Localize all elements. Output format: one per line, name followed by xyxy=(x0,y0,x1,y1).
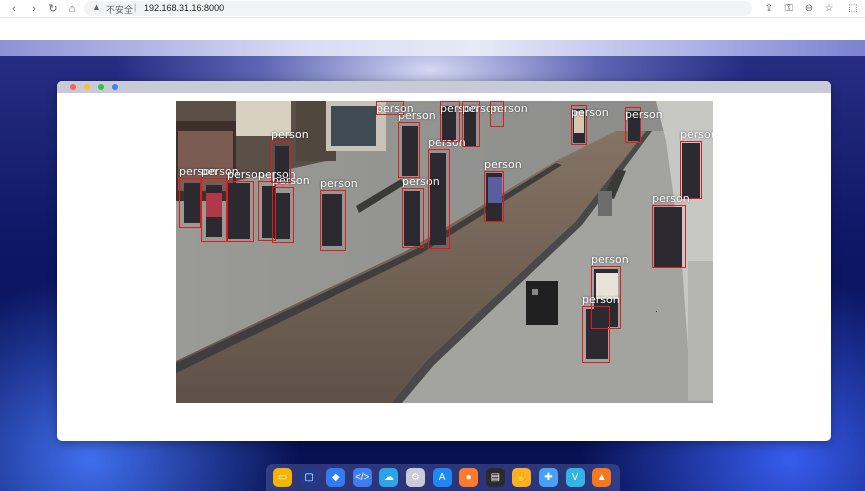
shield-app-icon[interactable]: ◆ xyxy=(326,468,346,487)
wallpaper-glow xyxy=(0,40,865,56)
person-detection-box: person xyxy=(484,159,522,222)
code-app-icon[interactable]: </> xyxy=(352,468,372,487)
detection-label: person xyxy=(571,106,609,119)
extra-window-dot[interactable] xyxy=(112,84,118,90)
triangle-app-icon[interactable]: ▲ xyxy=(592,468,612,487)
forward-icon[interactable]: › xyxy=(26,1,42,17)
hand-app-icon[interactable]: ✋ xyxy=(512,468,532,487)
detection-label: person xyxy=(652,192,690,205)
lightbulb-app-icon[interactable]: ● xyxy=(459,468,479,487)
app-store-icon[interactable]: A xyxy=(432,468,452,487)
person-detection-box: person xyxy=(625,107,663,143)
person-detection-box: person xyxy=(201,166,239,242)
detection-label: person xyxy=(271,128,309,141)
person-detection-box: person xyxy=(272,175,310,243)
browser-toolbar: ‹ › ↻ ⌂ ▲ 不安全 | 192.168.31.16:8000 ⇪ ⚿ ⊖… xyxy=(0,0,865,18)
person-detection-box: person xyxy=(428,137,466,249)
back-icon[interactable]: ‹ xyxy=(6,1,22,17)
person-detection-box: person xyxy=(490,101,528,127)
detection-label: person xyxy=(625,108,663,121)
settings-app-icon[interactable]: ⚙ xyxy=(406,468,425,487)
page-header-strip xyxy=(0,18,865,40)
person-detection-box: person xyxy=(227,169,265,242)
extensions-icon[interactable]: ⬚ xyxy=(845,1,861,17)
zoom-icon[interactable]: ⊖ xyxy=(801,1,817,17)
person-detection-box: person xyxy=(652,193,690,268)
detection-label: person xyxy=(376,102,414,115)
person-detection-box: person xyxy=(402,176,440,248)
key-icon[interactable]: ⚿ xyxy=(781,1,797,17)
reload-icon[interactable]: ↻ xyxy=(45,1,61,17)
person-detection-box: person xyxy=(440,101,478,142)
vivaldi-app-icon[interactable]: V xyxy=(565,468,585,487)
url-separator: | xyxy=(134,2,137,12)
person-detection-box: person xyxy=(320,178,358,251)
terminal-app-icon[interactable]: ▤ xyxy=(485,468,505,487)
person-detection-box: person xyxy=(271,129,309,183)
detection-label: person xyxy=(582,293,620,306)
bookmark-star-icon[interactable]: ☆ xyxy=(821,1,837,17)
person-detection-box: person xyxy=(680,129,713,199)
address-bar[interactable]: ▲ 不安全 | 192.168.31.16:8000 xyxy=(84,1,752,16)
warning-icon[interactable]: ▲ xyxy=(92,2,101,12)
detection-label: person xyxy=(320,177,358,190)
detection-label: person xyxy=(490,102,528,115)
detection-label: person xyxy=(484,158,522,171)
person-detection-box: person xyxy=(462,101,500,147)
person-detection-box: person xyxy=(582,294,620,363)
person-detection-box: person xyxy=(398,110,436,178)
share-icon[interactable]: ⇪ xyxy=(761,1,777,17)
maximize-window-dot[interactable] xyxy=(98,84,104,90)
person-detection-box: person xyxy=(376,101,414,115)
person-detection-box: person xyxy=(179,166,217,228)
detection-label: person xyxy=(591,253,629,266)
person-detection-box: person xyxy=(571,105,609,145)
files-app-icon[interactable]: ▭ xyxy=(273,468,292,487)
home-icon[interactable]: ⌂ xyxy=(64,1,80,17)
insecure-label[interactable]: 不安全 xyxy=(106,3,133,16)
minimize-window-dot[interactable] xyxy=(84,84,90,90)
window-app-icon[interactable]: ▢ xyxy=(299,468,319,487)
url-text[interactable]: 192.168.31.16:8000 xyxy=(144,3,224,13)
close-window-dot[interactable] xyxy=(70,84,76,90)
app-dock: ▭ ▢ ◆ </> ☁ ⚙ A ● ▤ ✋ ✚ V ▲ xyxy=(266,464,620,491)
cloud-app-icon[interactable]: ☁ xyxy=(379,468,399,487)
detection-label: person xyxy=(680,128,713,141)
window-titlebar[interactable] xyxy=(57,81,831,93)
puzzle-app-icon[interactable]: ✚ xyxy=(539,468,558,487)
detection-video-frame: person person person person person person pers… xyxy=(176,101,713,403)
